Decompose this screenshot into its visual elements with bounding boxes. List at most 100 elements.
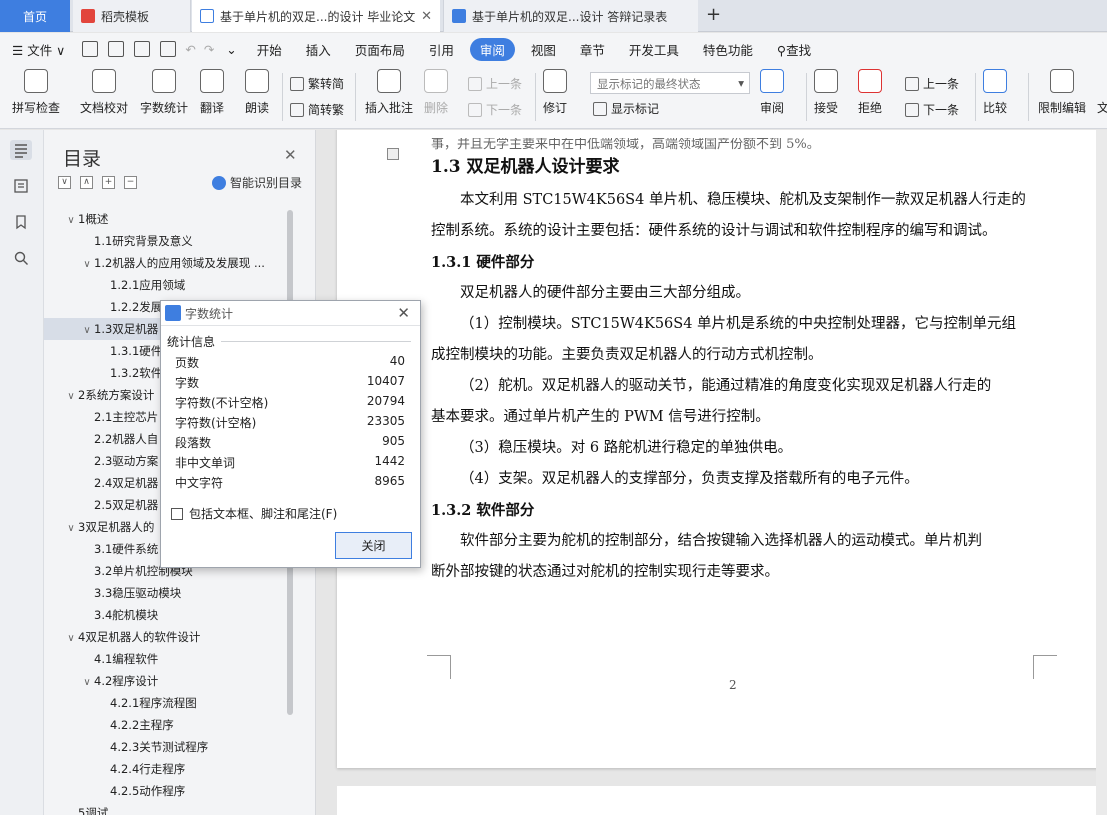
print-icon[interactable] [134,41,151,57]
toc-item[interactable]: 1.2.1应用领域 [44,274,302,296]
document-scrollbar[interactable] [1096,130,1107,815]
paragraph: 断外部按键的状态通过对舵机的控制实现行走等要求。 [431,564,779,580]
quick-access-chevron-icon[interactable]: ⌄ [218,42,244,57]
toc-item[interactable]: 4.2.5动作程序 [44,780,302,802]
simp-to-trad-button[interactable]: 简转繁 [290,101,344,118]
tab-defense-record[interactable]: 基于单片机的双足...设计 答辩记录表 [443,0,698,32]
next-change-button[interactable]: 下一条 [905,101,959,118]
stat-value: 905 [382,434,405,448]
tab-home[interactable]: 首页 [0,0,70,32]
smart-toc-button[interactable]: 智能识别目录 [212,174,302,191]
spell-check-button[interactable]: 拼写检查 [12,69,60,116]
toc-item-label: 3双足机器人的 [78,520,155,534]
restrict-editing-button[interactable]: 限制编辑 [1038,69,1086,116]
toc-item[interactable]: ∨ 1概述 [44,208,302,230]
toc-title: 目录 [63,148,102,170]
word-count-label: 字数统计 [140,101,189,115]
translate-button[interactable]: 翻译 [200,69,224,116]
chevron-down-icon[interactable]: ∨ [64,386,78,406]
compare-button[interactable]: 比较 [983,69,1007,116]
add-heading-icon[interactable]: + [102,176,115,189]
stat-row: 中文字符 8965 [175,474,405,491]
toc-item[interactable]: ∨ 1.2机器人的应用领域及发展现 ... [44,252,302,274]
document-page: 事，并且无学主要来中在中低端领域，高端领域国产份额不到 5%。 1.3 双足机器… [337,130,1107,768]
toc-item[interactable]: 4.2.3关节测试程序 [44,736,302,758]
tab-label: 基于单片机的双足...的设计 毕业论文 [220,9,416,24]
chapter-nav-icon[interactable] [10,176,32,196]
checkbox-box[interactable] [171,507,183,520]
accept-button[interactable]: 接受 [814,69,838,116]
menu-view[interactable]: 视图 [519,40,568,59]
paragraph-handle-icon[interactable] [387,148,399,160]
undo-icon[interactable]: ↶ [181,42,199,57]
menu-dev-tools[interactable]: 开发工具 [617,40,691,59]
review-pane-button[interactable]: 审阅 [760,69,784,116]
show-markup-button[interactable]: 显示标记 [593,100,659,117]
toc-item[interactable]: 3.3稳压驱动模块 [44,582,302,604]
review-pane-label: 审阅 [760,101,785,115]
tab-docer-templates[interactable]: 稻壳模板 [73,0,191,32]
expand-all-icon[interactable]: ∧ [80,176,93,189]
tab-thesis-doc[interactable]: 基于单片机的双足...的设计 毕业论文 ✕ [192,0,440,32]
menu-page-layout[interactable]: 页面布局 [343,40,417,59]
menu-review[interactable]: 审阅 [469,37,515,61]
toc-item[interactable]: ∨ 4.2程序设计 [44,670,302,692]
toc-item-label: 4.2.1程序流程图 [110,696,197,710]
prev-comment-button[interactable]: 上一条 [468,75,522,92]
toc-item[interactable]: 4.1编程软件 [44,648,302,670]
close-icon[interactable]: ✕ [397,304,410,322]
print-preview-icon[interactable] [160,41,177,57]
toc-item[interactable]: 3.4舵机模块 [44,604,302,626]
reject-button[interactable]: 拒绝 [858,69,882,116]
menu-insert[interactable]: 插入 [294,40,343,59]
collapse-all-icon[interactable]: ∨ [58,176,71,189]
chevron-down-icon[interactable]: ∨ [80,320,94,340]
toc-item[interactable]: 5调试 [44,802,302,815]
word-count-button[interactable]: 字数统计 [140,69,188,116]
toc-item-label: 1.2.1应用领域 [110,278,186,292]
ai-icon [212,175,226,190]
menu-references[interactable]: 引用 [417,40,466,59]
chevron-down-icon[interactable]: ∨ [64,210,78,230]
show-markup-icon [593,101,607,116]
close-icon[interactable]: ✕ [284,146,297,164]
dialog-title: 字数统计 [185,306,234,321]
close-button[interactable]: 关闭 [335,532,412,559]
menu-search[interactable]: ⚲查找 [765,40,823,59]
toc-item[interactable]: 4.2.4行走程序 [44,758,302,780]
toc-item[interactable]: 1.1研究背景及意义 [44,230,302,252]
menu-features[interactable]: 特色功能 [691,40,765,59]
trad-to-simp-button[interactable]: 繁转简 [290,75,344,92]
ribbon-overflow[interactable]: 文 [1097,99,1107,116]
toc-item[interactable]: 4.2.1程序流程图 [44,692,302,714]
include-textbox-checkbox[interactable]: 包括文本框、脚注和尾注(F) [171,505,337,522]
toc-item[interactable]: 4.2.2主程序 [44,714,302,736]
export-icon[interactable] [108,41,125,57]
insert-comment-button[interactable]: 插入批注 [365,69,413,116]
new-tab-plus-icon[interactable]: + [706,4,721,25]
chevron-down-icon[interactable]: ∨ [80,254,94,274]
find-icon[interactable] [10,248,32,268]
next-comment-button[interactable]: 下一条 [468,101,522,118]
toc-item[interactable]: ∨ 4双足机器人的软件设计 [44,626,302,648]
close-icon[interactable]: ✕ [421,9,432,24]
prev-change-button[interactable]: 上一条 [905,75,959,92]
redo-icon[interactable]: ↷ [200,42,218,57]
bookmark-icon[interactable] [10,212,32,232]
divider [221,341,411,342]
toc-panel-icon[interactable] [10,140,32,160]
chevron-down-icon[interactable]: ∨ [64,628,78,648]
menu-start[interactable]: 开始 [245,40,294,59]
chevron-down-icon[interactable]: ∨ [80,672,94,692]
markup-state-select[interactable]: 显示标记的最终状态 [590,72,750,94]
tab-label: 基于单片机的双足...设计 答辩记录表 [472,9,668,24]
menu-chapter[interactable]: 章节 [568,40,617,59]
save-icon[interactable] [82,41,99,57]
delete-comment-button[interactable]: 删除 [424,69,448,116]
remove-heading-icon[interactable]: − [124,176,137,189]
chevron-down-icon[interactable]: ∨ [64,518,78,538]
doc-proof-button[interactable]: 文档校对 [80,69,128,116]
track-changes-button[interactable]: 修订 [543,69,567,116]
read-aloud-button[interactable]: 朗读 [245,69,269,116]
menu-file[interactable]: ☰ 文件 ∨ [0,40,77,59]
